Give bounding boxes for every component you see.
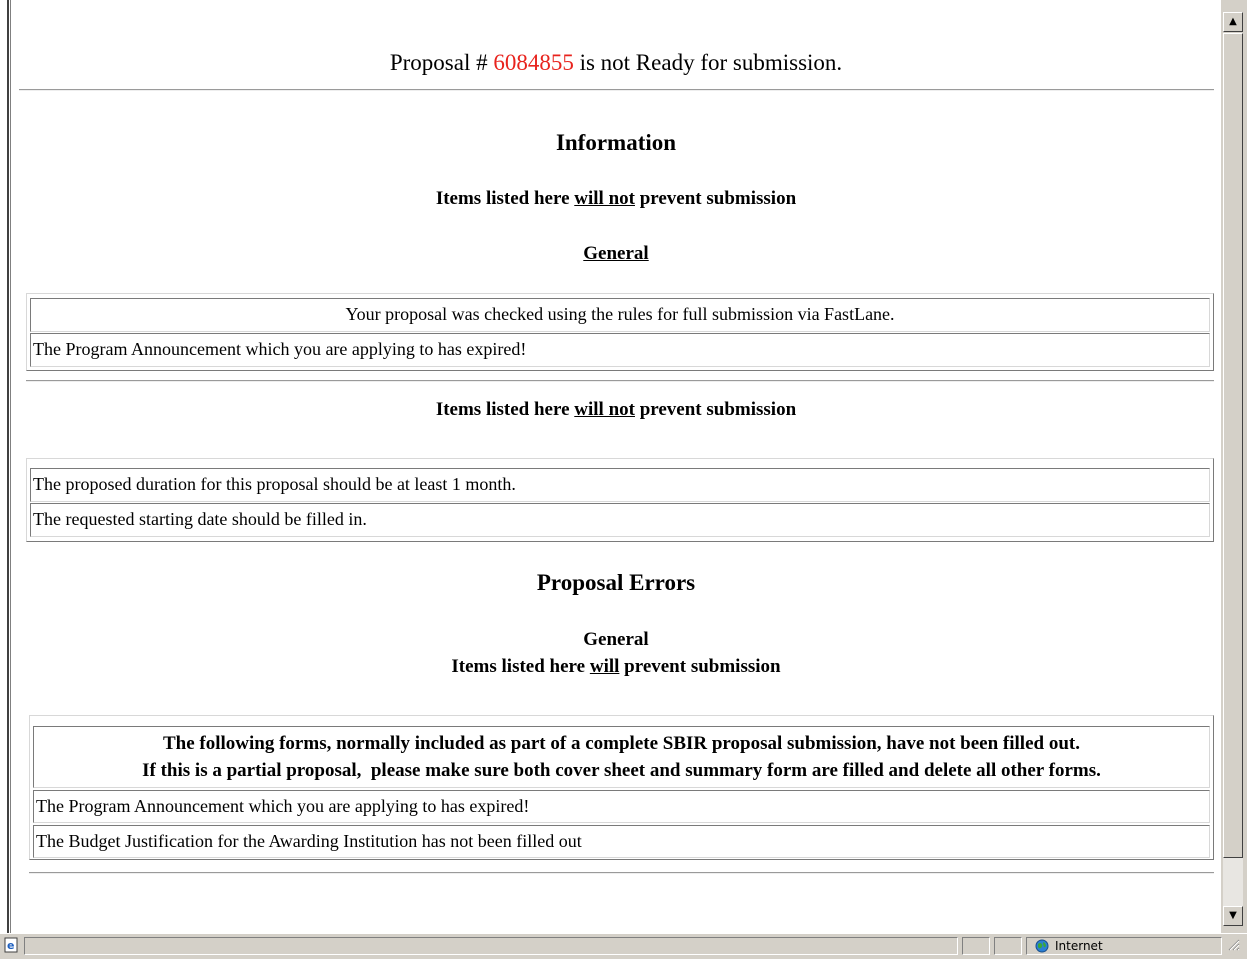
notice-text-pre: Items listed here <box>435 188 570 209</box>
notice-text-post: prevent submission <box>639 399 797 420</box>
arrow-down-icon: ▼ <box>1229 910 1237 921</box>
title-divider <box>19 89 1214 91</box>
resize-grip-icon <box>1228 939 1240 951</box>
arrow-up-icon: ▲ <box>1229 16 1237 27</box>
notice-text-emph: will not <box>574 188 635 209</box>
notice-text-emph: will not <box>574 399 635 420</box>
scroll-up-button[interactable]: ▲ <box>1223 12 1243 32</box>
notice-text-post: prevent submission <box>624 656 781 677</box>
ie-page-icon: e <box>4 937 18 953</box>
zone-label: Internet <box>1055 939 1103 953</box>
information-table: Your proposal was checked using the rule… <box>26 293 1214 371</box>
information-general-label: General <box>583 243 649 264</box>
notice-text-post: prevent submission <box>639 188 797 209</box>
notice-text-pre: Items listed here <box>435 399 570 420</box>
window-left-border <box>0 0 11 933</box>
information-divider <box>26 380 1214 382</box>
table-row: Your proposal was checked using the rule… <box>30 298 1210 332</box>
status-secure-pane <box>994 937 1022 955</box>
title-prefix: Proposal # <box>389 50 488 75</box>
errors-heading: Proposal Errors <box>536 570 696 595</box>
scroll-track[interactable] <box>1223 858 1243 906</box>
page-content: Proposal # 6084855 is not Ready for subm… <box>11 0 1221 933</box>
forms-notice-line1: The following forms, normally included a… <box>162 733 1080 754</box>
errors-table: The following forms, normally included a… <box>29 715 1214 860</box>
scroll-thumb[interactable] <box>1223 33 1243 858</box>
status-zone-pane: Internet <box>1026 937 1222 955</box>
browser-window: Proposal # 6084855 is not Ready for subm… <box>0 0 1247 959</box>
vertical-scrollbar[interactable]: ▲ ▼ <box>1221 0 1247 933</box>
errors-general-label: General <box>583 629 649 650</box>
forms-notice-line2: If this is a partial proposal, please ma… <box>142 760 1101 781</box>
warnings-notice: Items listed here will not prevent submi… <box>11 399 1221 421</box>
table-row: The proposed duration for this proposal … <box>30 468 1210 502</box>
table-row: The Program Announcement which you are a… <box>33 790 1210 823</box>
globe-icon <box>1035 939 1049 953</box>
table-row: The Program Announcement which you are a… <box>30 333 1210 367</box>
title-suffix: is not Ready for submission. <box>579 50 843 75</box>
status-bar: e Internet <box>0 933 1247 959</box>
forms-notice-cell: The following forms, normally included a… <box>33 726 1210 788</box>
resize-grip[interactable] <box>1226 937 1244 955</box>
information-notice: Items listed here will not prevent submi… <box>11 188 1221 210</box>
page-title: Proposal # 6084855 is not Ready for subm… <box>11 50 1221 76</box>
notice-text-emph: will <box>589 656 620 677</box>
information-heading: Information <box>555 130 677 155</box>
status-text-pane <box>24 937 958 955</box>
scroll-down-button[interactable]: ▼ <box>1223 906 1243 926</box>
warnings-table: The proposed duration for this proposal … <box>26 458 1214 542</box>
table-row: The Budget Justification for the Awardin… <box>33 825 1210 858</box>
notice-text-pre: Items listed here <box>451 656 586 677</box>
errors-notice: Items listed here will prevent submissio… <box>11 656 1221 678</box>
proposal-number: 6084855 <box>493 50 574 75</box>
errors-divider <box>29 872 1214 874</box>
table-row: The requested starting date should be fi… <box>30 503 1210 537</box>
status-progress-pane <box>962 937 990 955</box>
svg-text:e: e <box>7 939 14 952</box>
